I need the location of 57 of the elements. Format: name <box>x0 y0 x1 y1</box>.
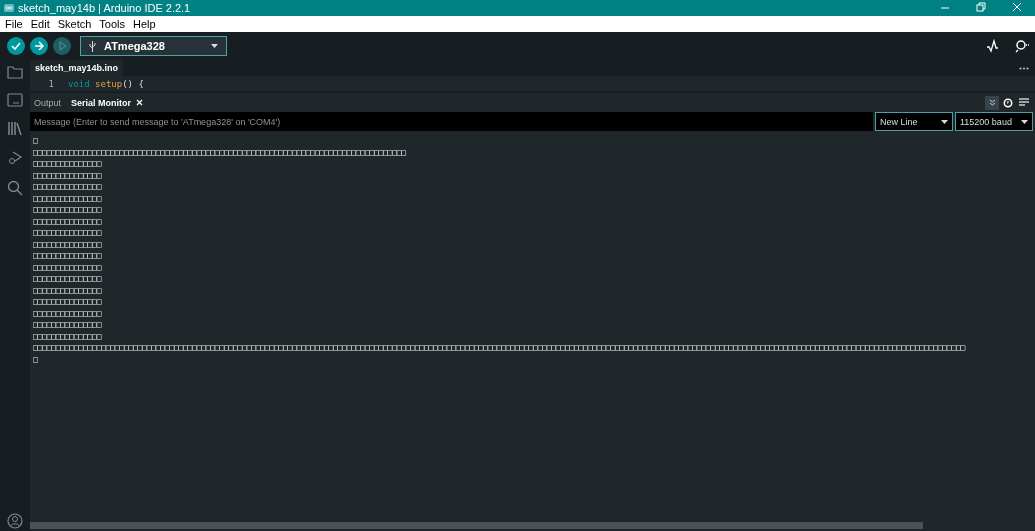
panel-tab[interactable]: Output <box>34 97 62 108</box>
menu-item[interactable]: Help <box>133 18 156 30</box>
upload-button[interactable] <box>30 37 48 55</box>
message-field[interactable]: Message (Enter to send message to 'ATmega328' on 'COM4') <box>30 112 873 131</box>
code-line: void setup() { <box>68 78 144 89</box>
serial-output-line: □□□□□□□□□□□□□□□ <box>33 192 103 204</box>
serial-output-line: □ <box>33 135 39 147</box>
serial-output-line: □□□□□□□□□□□□□□□ <box>33 227 103 239</box>
serial-output-line: □□□□□□□□□□□□□□□ <box>33 330 103 342</box>
menu-item[interactable]: Sketch <box>57 18 92 30</box>
close-icon[interactable] <box>136 99 144 106</box>
verify-button[interactable] <box>7 37 25 55</box>
scrollbar-thumb[interactable] <box>30 522 923 529</box>
debug-button[interactable] <box>53 37 71 55</box>
caret-icon <box>941 119 948 124</box>
more-icon[interactable] <box>1019 66 1029 70</box>
debug-icon[interactable] <box>7 150 23 166</box>
line-number: 1 <box>47 78 55 89</box>
double-chevron-icon <box>988 99 996 106</box>
board-selector[interactable]: ATmega328 <box>80 36 227 56</box>
serial-output-line: □□□□□□□□□□□□□□□□□□□□□□□□□□□□□□□□□□□□□□□□□□□□□□□□□□□□□□□□□□□□□□□□□□□□□□□□□□□□□□□□□□□□□□□□□□□□□□□□□□□□□□□□□□□□□□□□□□□□□□□□□□□□□□□□□□□□□□□□□□□□□□□□□□□□□□□□□□□□□□□□□□□□□□□□□□□□□□□□□□□□□□□□□□□□□□□□□□□□□□□□□□□□□ <box>33 342 967 354</box>
panel-tab[interactable]: Serial Monitor <box>71 97 144 108</box>
library-icon[interactable] <box>7 121 23 136</box>
arrow-icon <box>34 41 44 51</box>
serial-output-line: □□□□□□□□□□□□□□□ <box>33 250 103 262</box>
serial-output-line: □□□□□□□□□□□□□□□ <box>33 284 103 296</box>
menu-item[interactable]: Edit <box>30 18 50 30</box>
app-logo-icon <box>4 4 14 12</box>
autoscroll-button[interactable] <box>985 95 999 110</box>
serial-output-line: □□□□□□□□□□□□□□□ <box>33 319 103 331</box>
serial-output-line: □□□□□□□□□□□□□□□ <box>33 238 103 250</box>
serial-output-line: □□□□□□□□□□□□□□□ <box>33 204 103 216</box>
serial-output-line: □□□□□□□□□□□□□□□ <box>33 296 103 308</box>
play-icon <box>57 41 67 51</box>
serial-output-line: □□□□□□□□□□□□□□□ <box>33 261 103 273</box>
caret-icon <box>1021 119 1028 124</box>
serial-output-line: □□□□□□□□□□□□□□□□□□□□□□□□□□□□□□□□□□□□□□□□□□□□□□□□□□□□□□□□□□□□□□□□□□□□□□□□□□□□□□□□□□ <box>33 146 407 158</box>
serial-output-line: □□□□□□□□□□□□□□□ <box>33 169 103 181</box>
board-icon[interactable] <box>7 93 23 107</box>
serial-output-line: □□□□□□□□□□□□□□□ <box>33 273 103 285</box>
caret-icon <box>211 44 218 48</box>
folder-icon[interactable] <box>7 66 23 79</box>
account-icon[interactable] <box>7 513 23 529</box>
search-icon[interactable] <box>7 180 23 196</box>
window-title: sketch_may14b | Arduino IDE 2.2.1 <box>18 2 192 14</box>
file-tab[interactable]: sketch_may14b.ino <box>30 60 124 76</box>
serial-output-line: □□□□□□□□□□□□□□□ <box>33 158 103 170</box>
serial-output-line: □□□□□□□□□□□□□□□ <box>33 181 103 193</box>
serial-output-line: □□□□□□□□□□□□□□□ <box>33 307 103 319</box>
line-ending-select[interactable]: New Line <box>875 112 953 131</box>
usb-icon <box>89 40 96 52</box>
checkmark-icon <box>11 42 21 50</box>
serial-output-line: □ <box>33 353 39 365</box>
menu-item[interactable]: Tools <box>99 18 126 30</box>
baud-rate-select[interactable]: 115200 baud <box>955 112 1033 131</box>
serial-output-line: □□□□□□□□□□□□□□□ <box>33 215 103 227</box>
menu-item[interactable]: File <box>5 18 23 30</box>
